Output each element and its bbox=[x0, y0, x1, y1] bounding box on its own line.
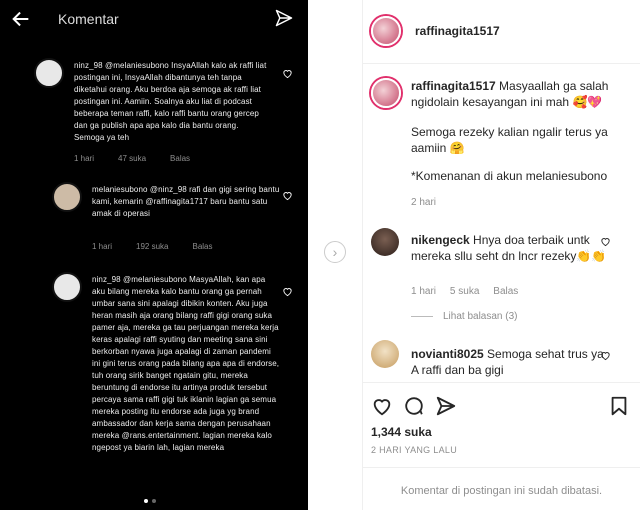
header-username[interactable]: raffinagita1517 bbox=[415, 24, 500, 38]
like-count[interactable]: 1,344 suka bbox=[371, 425, 432, 439]
share-icon[interactable] bbox=[435, 395, 457, 417]
post-date: 2 HARI YANG LALU bbox=[371, 445, 457, 455]
next-arrow-icon[interactable]: › bbox=[324, 241, 346, 263]
comment-time: 1 hari bbox=[92, 242, 113, 251]
comment-text: ninz_98 @melaniesubono InsyaAllah kalo a… bbox=[74, 61, 267, 142]
caption-line3: *Komenanan di akun melaniesubono bbox=[411, 169, 608, 183]
comment-time: 1 hari bbox=[74, 154, 95, 163]
heart-icon[interactable] bbox=[282, 190, 293, 201]
page-title: Komentar bbox=[58, 11, 119, 27]
mobile-topbar: Komentar bbox=[0, 0, 308, 40]
instagram-post-panel: raffinagita1517 raffinagita1517 Masyaall… bbox=[362, 0, 640, 510]
comments-disabled-notice: Komentar di postingan ini sudah dibatasi… bbox=[363, 467, 640, 510]
comment-text: novianti8025 Semoga sehat trus ya A raff… bbox=[411, 347, 604, 377]
avatar[interactable] bbox=[371, 16, 401, 46]
comment-icon[interactable] bbox=[403, 395, 425, 417]
avatar[interactable] bbox=[34, 58, 64, 88]
caption-username[interactable]: raffinagita1517 bbox=[411, 79, 496, 93]
mobile-comments-screenshot: Komentar ninz_98 @melaniesubono InsyaAll… bbox=[0, 0, 308, 510]
post-header: raffinagita1517 bbox=[363, 0, 640, 64]
caption-time: 2 hari bbox=[411, 197, 437, 208]
comment-meta: 1 hari 192 suka Balas bbox=[92, 242, 237, 251]
avatar[interactable] bbox=[52, 272, 82, 302]
heart-icon[interactable] bbox=[600, 350, 611, 361]
comment-text: nikengeck Hnya doa terbaik untk mereka s… bbox=[411, 233, 607, 263]
comment-likes[interactable]: 5 suka bbox=[450, 286, 479, 297]
post-actions: 1,344 suka 2 HARI YANG LALU Komentar di … bbox=[363, 382, 640, 510]
reply-button[interactable]: Balas bbox=[493, 286, 518, 297]
comment-likes[interactable]: 47 suka bbox=[118, 154, 146, 163]
view-replies-button[interactable]: Lihat balasan (3) bbox=[411, 311, 518, 322]
reply-button[interactable]: Balas bbox=[192, 242, 212, 251]
caption-line1: raffinagita1517 Masyaallah ga salah ngid… bbox=[411, 79, 609, 109]
avatar[interactable] bbox=[52, 182, 82, 212]
comment-username[interactable]: nikengeck bbox=[411, 233, 470, 247]
avatar[interactable] bbox=[371, 78, 401, 108]
bookmark-icon[interactable] bbox=[608, 395, 630, 417]
comment-likes[interactable]: 192 suka bbox=[136, 242, 168, 251]
comment-meta: 1 hari 47 suka Balas bbox=[74, 154, 214, 163]
heart-icon[interactable] bbox=[600, 236, 611, 247]
heart-icon[interactable] bbox=[282, 68, 293, 79]
reply-button[interactable]: Balas bbox=[170, 154, 190, 163]
heart-icon[interactable] bbox=[282, 286, 293, 297]
caption-line2: Semoga rezeky kalian ngalir terus ya aam… bbox=[411, 125, 608, 155]
heart-icon[interactable] bbox=[371, 395, 393, 417]
comment-meta: 1 hari 5 suka Balas bbox=[411, 286, 519, 297]
comment-text: ninz_98 @melaniesubono MasyaAllah, kan a… bbox=[92, 275, 280, 452]
comment-username[interactable]: novianti8025 bbox=[411, 347, 484, 361]
avatar[interactable] bbox=[371, 340, 399, 368]
avatar[interactable] bbox=[371, 228, 399, 256]
send-icon[interactable] bbox=[274, 8, 294, 28]
carousel-dots bbox=[142, 490, 158, 508]
comment-text: melaniesubono @ninz_98 rafi dan gigi ser… bbox=[92, 185, 280, 218]
back-arrow-icon[interactable] bbox=[10, 8, 32, 30]
